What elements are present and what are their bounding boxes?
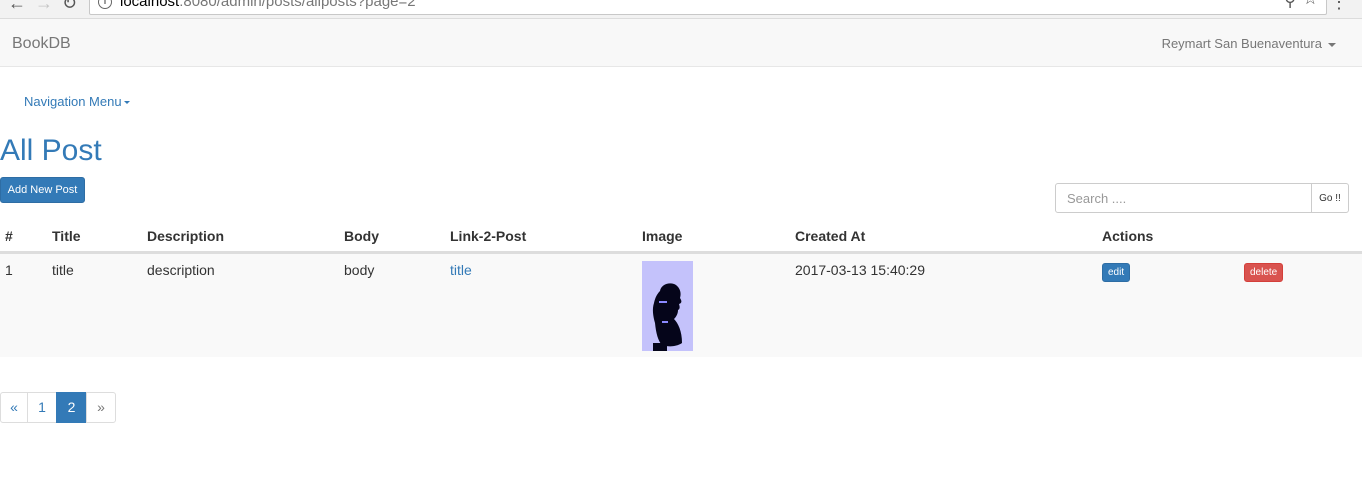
- pagination-prev[interactable]: «: [0, 392, 28, 423]
- table-header: # Title Description Body Link-2-Post Ima…: [0, 219, 1362, 253]
- browser-toolbar: ← → ↻ i localhost:8080/admin/posts/allpo…: [0, 0, 1362, 19]
- search-form: Go !!: [1055, 183, 1349, 213]
- table-row: 1 title description body title 2017-03-1…: [0, 253, 1362, 357]
- user-name: Reymart San Buenaventura: [1161, 36, 1322, 51]
- back-arrow-icon[interactable]: ←: [8, 0, 26, 13]
- top-navbar: BookDB Reymart San Buenaventura: [0, 19, 1362, 67]
- search-go-button[interactable]: Go !!: [1311, 183, 1349, 213]
- header-actions: Actions: [1102, 228, 1154, 244]
- header-link: Link-2-Post: [450, 228, 527, 244]
- forward-arrow-icon[interactable]: →: [35, 0, 53, 13]
- header-image: Image: [642, 228, 683, 244]
- header-description: Description: [147, 228, 225, 244]
- header-id: #: [5, 228, 13, 244]
- cell-description: description: [147, 262, 215, 278]
- caret-down-icon: [123, 101, 130, 105]
- silhouette-image: [652, 283, 682, 351]
- magnifier-icon[interactable]: ⚲: [1284, 0, 1296, 11]
- info-icon[interactable]: i: [98, 0, 112, 9]
- bookmark-star-icon[interactable]: ☆: [1303, 0, 1318, 9]
- pagination-next[interactable]: »: [86, 392, 116, 423]
- pagination: « 1 2 »: [0, 392, 116, 423]
- header-body: Body: [344, 228, 379, 244]
- pagination-page-1[interactable]: 1: [27, 392, 57, 423]
- caret-down-icon: [1328, 42, 1336, 47]
- cell-title: title: [52, 262, 74, 278]
- header-created-at: Created At: [795, 228, 866, 244]
- url-text: localhost:8080/admin/posts/allposts?page…: [120, 0, 416, 10]
- delete-button[interactable]: delete: [1244, 263, 1284, 282]
- edit-button[interactable]: edit: [1102, 263, 1131, 282]
- posts-table: # Title Description Body Link-2-Post Ima…: [0, 219, 1362, 357]
- cell-body: body: [344, 262, 375, 278]
- reload-icon[interactable]: ↻: [62, 0, 77, 13]
- post-thumbnail: [642, 261, 693, 351]
- cell-created-at: 2017-03-13 15:40:29: [795, 262, 925, 278]
- add-new-post-button[interactable]: Add New Post: [0, 177, 85, 203]
- navigation-menu-dropdown[interactable]: Navigation Menu: [24, 94, 130, 109]
- browser-menu-icon[interactable]: ⋮: [1330, 0, 1348, 13]
- brand-link[interactable]: BookDB: [12, 35, 71, 53]
- pagination-page-2[interactable]: 2: [56, 392, 87, 423]
- post-link[interactable]: title: [450, 262, 472, 278]
- cell-id: 1: [5, 262, 13, 278]
- search-input[interactable]: [1055, 183, 1312, 213]
- navigation-menu-label: Navigation Menu: [24, 94, 122, 109]
- address-bar[interactable]: i localhost:8080/admin/posts/allposts?pa…: [89, 0, 1327, 15]
- header-title: Title: [52, 228, 81, 244]
- page-title: All Post: [0, 134, 102, 167]
- user-dropdown[interactable]: Reymart San Buenaventura: [1162, 36, 1336, 51]
